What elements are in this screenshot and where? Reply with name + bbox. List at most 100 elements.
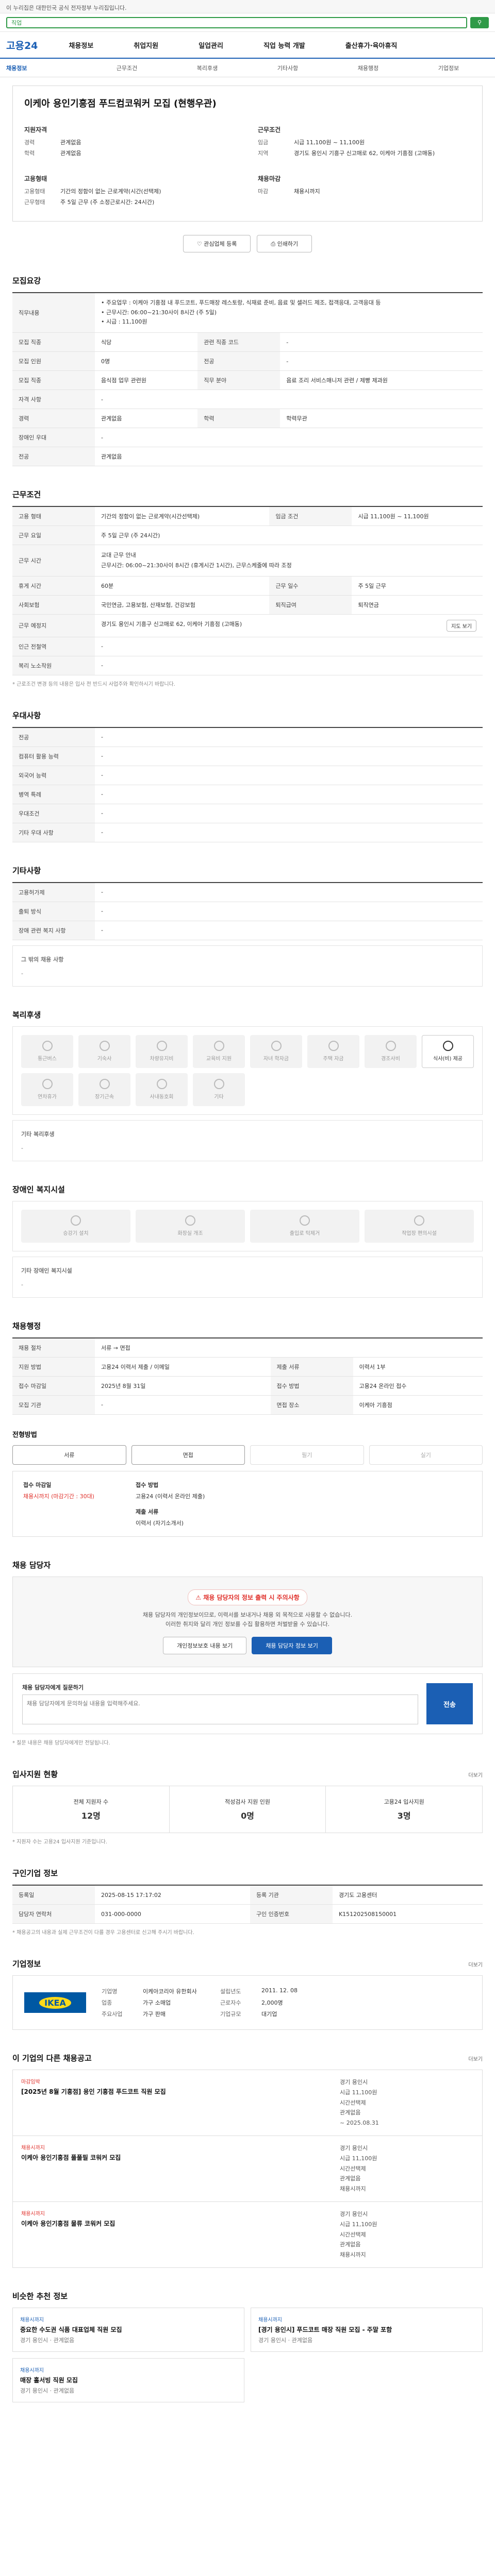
- row-label: 근무 예정지: [12, 614, 95, 637]
- search-button[interactable]: ⚲: [470, 16, 489, 28]
- qna-input[interactable]: [22, 1694, 418, 1725]
- scrap-button[interactable]: ♡ 관심업체 등록: [183, 235, 251, 252]
- row-value: 관계없음: [95, 447, 483, 467]
- more-link[interactable]: 더보기: [468, 1960, 483, 1968]
- row-label: 경력: [12, 409, 95, 429]
- status-label: 전체 지원자 수: [73, 1799, 109, 1806]
- nav-item[interactable]: 채용정보: [69, 40, 93, 50]
- job-title[interactable]: 이케아 용인기흥점 물류 코워커 모집: [21, 2219, 115, 2228]
- site-header: 고용24 채용정보 취업지원 일업관리 직업 능력 개발 출산휴가·육아휴직: [0, 32, 495, 59]
- section-heading: 입사지원 현황 더보기: [12, 1769, 483, 1780]
- rec-tag: 채용시까지: [258, 2317, 282, 2323]
- welfare-label: 차량유지비: [150, 1056, 174, 1062]
- apply-deadline: 채용시까지 (마감기간 : 30대): [23, 1493, 94, 1500]
- company-box: IKEA 기업명 이케아코리아 유한회사 설립년도 2011. 12. 08 업종 가구…: [12, 1975, 483, 2030]
- row-value: 관계없음: [95, 409, 198, 429]
- welfare-icon: [328, 1041, 339, 1052]
- row-label: 기업명: [102, 1988, 118, 1995]
- row-label: 면접 장소: [270, 1395, 353, 1415]
- conditions-note: * 근로조건 변경 등의 내용은 입사 전 반드시 사업주와 확인하시기 바랍니…: [12, 681, 175, 687]
- row-value: -: [280, 351, 483, 371]
- job-card-main: 채용시까지 이케아 용인기흥점 물류 코워커 모집: [21, 2209, 115, 2260]
- nav-item[interactable]: 직업 능력 개발: [263, 40, 305, 50]
- tab-etc[interactable]: 기타사항: [248, 64, 328, 72]
- row-value: -: [95, 882, 483, 902]
- welfare-item: 기타: [193, 1073, 245, 1106]
- rec-title[interactable]: 중요한 수도권 식품 대표업체 직원 모집: [20, 2325, 237, 2334]
- section-heading: 기타사항: [12, 866, 41, 875]
- row-value: 고용24 이력서 제출 / 이메일: [95, 1357, 271, 1377]
- row-value: 주 5일 근무 (주 24시간): [95, 526, 483, 546]
- nav-item[interactable]: 출산휴가·육아휴직: [345, 40, 398, 50]
- job-list: 마감임박 [2025년 8월 기흥점] 용인 기흥점 푸드코트 직원 모집경기 용…: [12, 2070, 483, 2268]
- status-heading: 입사지원 현황: [12, 1770, 58, 1780]
- company-logo: IKEA: [24, 1992, 86, 2013]
- disability-other-value: -: [21, 1281, 23, 1288]
- welfare-item: 자녀 학자금: [250, 1035, 302, 1068]
- row-label: 제출 서류: [270, 1357, 353, 1377]
- row-label: 모집 직종: [12, 370, 95, 391]
- job-meta: 경기 용인시 시급 11,100원 시간선택제 관계없음 ~ 2025.08.31: [340, 2077, 474, 2128]
- recommended-card[interactable]: 채용시까지 중요한 수도권 식품 대표업체 직원 모집 경기 용인시 · 관계없음: [12, 2307, 244, 2352]
- row-label: 병역 특례: [12, 785, 95, 804]
- nav-item[interactable]: 취업지원: [134, 40, 158, 50]
- recommended-card[interactable]: 채용시까지 [경기 용인시] 푸드코트 매장 직원 모집 - 주말 포함 경기 용인…: [251, 2307, 483, 2352]
- kv-label: 근무형태: [24, 199, 45, 206]
- row-value: -: [95, 656, 483, 675]
- welfare-label: 교육비 지원: [206, 1056, 232, 1062]
- map-button[interactable]: 지도 보기: [447, 619, 476, 632]
- tab-recruit[interactable]: 채용정보: [6, 64, 87, 72]
- tab-welfare[interactable]: 복리후생: [167, 64, 248, 72]
- row-label: 컴퓨터 활용 능력: [12, 747, 95, 766]
- recruit-table: 직무내용 • 주요업무 : 이케아 기흥점 내 푸드코트, 푸드매장 레스토랑, …: [12, 292, 483, 467]
- status-label: 적성검사 지원 인원: [225, 1799, 270, 1806]
- job-card[interactable]: 채용시까지 이케아 용인기흥점 풀풀필 코워커 모집 경기 용인시 시급 11,100…: [12, 2136, 483, 2202]
- row-label: 퇴직급여: [269, 595, 352, 615]
- job-meta-loc: 경기 용인시: [340, 2145, 368, 2152]
- welfare-item: 교육비 지원: [193, 1035, 245, 1068]
- job-title[interactable]: [2025년 8월 기흥점] 용인 기흥점 푸드코트 직원 모집: [21, 2087, 166, 2096]
- row-label: 주요사업: [102, 2011, 123, 2018]
- more-link[interactable]: 더보기: [468, 2055, 483, 2062]
- row-value: 031-000-0000: [95, 1904, 250, 1924]
- row-label: 등록일: [12, 1885, 95, 1905]
- row-value: 교대 근무 안내 근무시간: 06:00~21:30사이 8시간 (휴게시간 1…: [95, 545, 483, 577]
- job-title[interactable]: 이케아 용인기흥점 풀풀필 코워커 모집: [21, 2153, 121, 2162]
- row-label: 인근 전철역: [12, 637, 95, 656]
- nav-item[interactable]: 일업관리: [199, 40, 223, 50]
- tab-process[interactable]: 채용행정: [328, 64, 408, 72]
- print-label: 인쇄하기: [277, 241, 299, 247]
- job-tag: 마감임박: [21, 2079, 40, 2086]
- print-button[interactable]: ⎙ 인쇄하기: [257, 235, 312, 252]
- tab-conditions[interactable]: 근무조건: [87, 64, 167, 72]
- recommended-card[interactable]: 채용시까지 매장 홀서빙 직원 모집 경기 용인시 · 관계없음: [12, 2358, 244, 2402]
- tab-company[interactable]: 기업정보: [408, 64, 489, 72]
- job-card[interactable]: 마감임박 [2025년 8월 기흥점] 용인 기흥점 푸드코트 직원 모집 경기 용…: [12, 2070, 483, 2137]
- row-value: -: [95, 766, 483, 785]
- post-info-note: * 채용공고의 내용과 실제 근무조건이 다를 경우 고용센터로 신고해 주시기…: [12, 1930, 194, 1936]
- disability-item: 승강기 설치: [21, 1209, 130, 1243]
- qna-send-button[interactable]: 전송: [426, 1683, 473, 1725]
- job-card[interactable]: 채용시까지 이케아 용인기흥점 물류 코워커 모집 경기 용인시 시급 11,100원…: [12, 2202, 483, 2268]
- company-heading: 기업정보: [12, 1959, 41, 1969]
- welfare-label: 자녀 학자금: [263, 1056, 289, 1062]
- row-value: 국민연금, 고용보험, 산재보험, 건강보험: [95, 595, 270, 615]
- privacy-info-button[interactable]: 개인정보보호 내용 보기: [163, 1637, 247, 1655]
- rec-title[interactable]: [경기 용인시] 푸드코트 매장 직원 모집 - 주말 포함: [258, 2325, 475, 2334]
- status-value: 3명: [397, 1811, 411, 1821]
- qna-box: 채용 담당자에게 질문하기 전송: [12, 1673, 483, 1735]
- rec-title[interactable]: 매장 홀서빙 직원 모집: [20, 2376, 237, 2384]
- section-heading: 복리후생: [12, 1010, 41, 1020]
- show-contact-button[interactable]: 채용 담당자 정보 보기: [252, 1637, 332, 1655]
- search-input[interactable]: 직업: [6, 16, 467, 28]
- section-heading: 이 기업의 다른 채용공고 더보기: [12, 2053, 483, 2063]
- row-label: 등록 기관: [250, 1885, 333, 1905]
- duty-text: • 주요업무 : 이케아 기흥점 내 푸드코트, 푸드매장 레스토랑, 식재료 …: [95, 293, 483, 333]
- summary-heading: 채용마감: [258, 175, 281, 182]
- more-link[interactable]: 더보기: [468, 1771, 483, 1778]
- recommended-grid: 채용시까지 중요한 수도권 식품 대표업체 직원 모집 경기 용인시 · 관계없음 채…: [12, 2307, 483, 2402]
- detail-tabs: 채용정보 근무조건 복리후생 기타사항 채용행정 기업정보: [0, 59, 495, 77]
- row-value: 퇴직연금: [352, 595, 483, 615]
- welfare-item: 연차휴가: [21, 1073, 73, 1106]
- site-logo[interactable]: 고용24: [6, 38, 38, 52]
